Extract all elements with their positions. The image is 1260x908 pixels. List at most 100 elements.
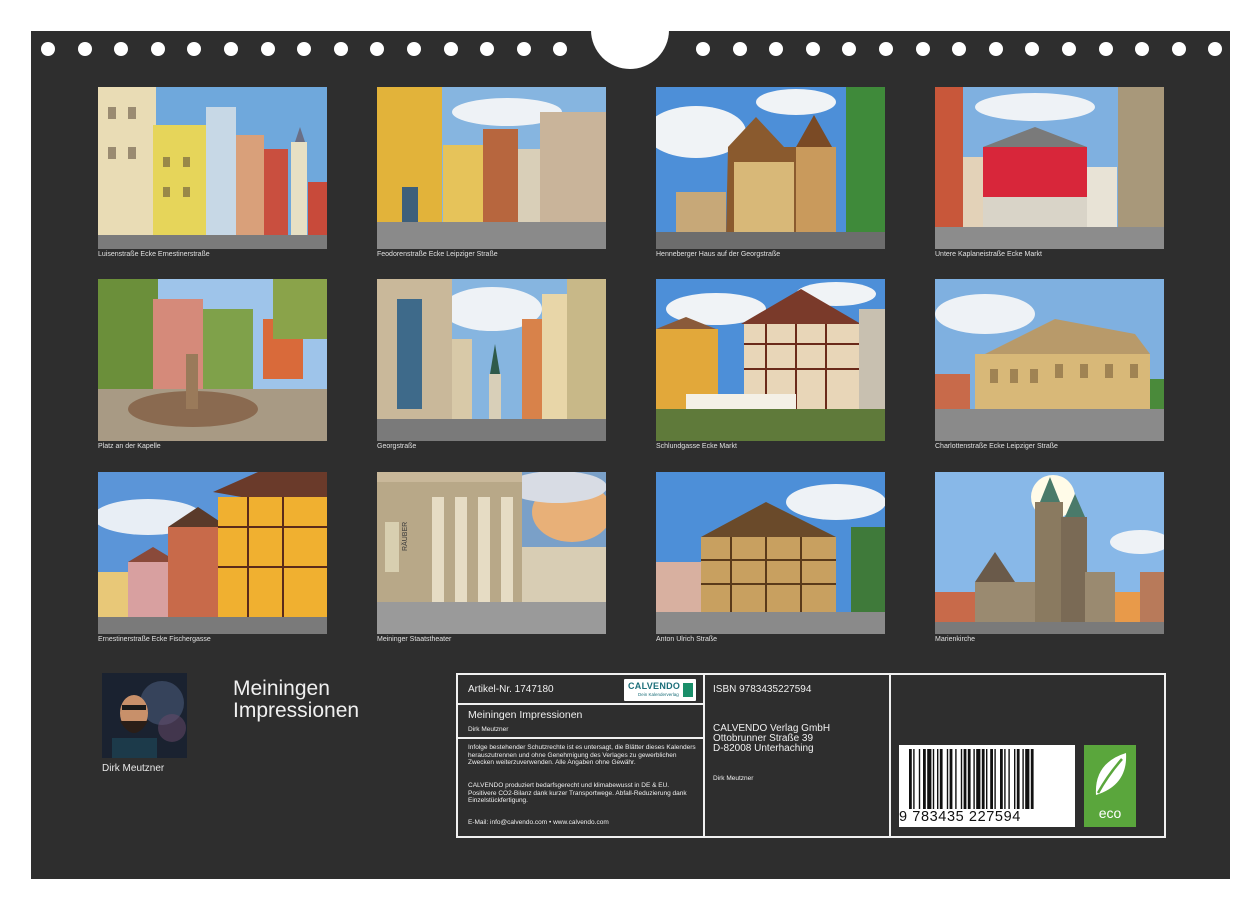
photo-thumbnail-january [98, 87, 327, 249]
binding-hole [952, 42, 967, 56]
binding-hole [1208, 42, 1223, 56]
binding-hole [988, 42, 1003, 56]
barcode-bar [981, 749, 985, 809]
binding-hole [407, 42, 421, 56]
barcode-bar [1008, 749, 1010, 809]
photo-caption: Platz an der Kapelle [98, 443, 161, 450]
publisher-city: D-82008 Unterhaching [713, 743, 814, 754]
barcode-bar [932, 749, 935, 809]
calvendo-logo: CALVENDO Dein Kalenderverlag [624, 679, 696, 701]
isbn: ISBN 9783435227594 [713, 684, 812, 695]
barcode-bar [913, 749, 915, 809]
climate-notice: CALVENDO produziert bedarfsgerecht und k… [468, 782, 687, 804]
binding-hole [297, 42, 312, 56]
barcode-bar [1016, 749, 1020, 809]
barcode-bar [949, 749, 953, 809]
article-column: Artikel-Nr. 1747180 CALVENDO Dein Kalend… [458, 675, 705, 836]
binding-hole [696, 42, 710, 56]
binding-hole [1025, 42, 1040, 56]
binding-hole [879, 42, 893, 56]
binding-hole [553, 42, 568, 56]
photo-caption: Luisenstraße Ecke Ernestinerstraße [98, 251, 210, 258]
barcode-bar [967, 749, 971, 809]
calvendo-logo-text: CALVENDO [628, 681, 681, 691]
photo-caption: Schlundgasse Ecke Markt [656, 443, 737, 450]
publisher-info-box: Artikel-Nr. 1747180 CALVENDO Dein Kalend… [456, 673, 1166, 838]
photo-thumbnail-june [377, 279, 606, 441]
photo-caption: Ernestinerstraße Ecke Fischergasse [98, 636, 211, 643]
barcode-bar [973, 749, 975, 809]
binding-hole [915, 42, 930, 56]
barcode-bar [1000, 749, 1003, 809]
binding-hole [150, 42, 165, 56]
author-name: Dirk Meutzner [102, 763, 165, 774]
binding-hole [41, 42, 55, 56]
photo-thumbnail-february [377, 87, 606, 249]
eco-label: eco [1098, 805, 1122, 821]
publisher-author: Dirk Meutzner [713, 775, 754, 782]
article-number: Artikel-Nr. 1747180 [468, 684, 554, 695]
barcode-bar [990, 749, 993, 809]
binding-hole [187, 42, 202, 56]
barcode-bar [946, 749, 949, 809]
barcode-bar [1025, 749, 1030, 809]
photo-caption: Anton Ulrich Straße [656, 636, 718, 643]
binding-hole [1062, 42, 1076, 56]
photo-caption: Charlottenstraße Ecke Leipziger Straße [935, 443, 1058, 450]
publisher-column: ISBN 9783435227594 CALVENDO Verlag GmbH … [705, 675, 891, 836]
barcode-bar [986, 749, 988, 809]
isbn-barcode: 9 783435 227594 [899, 745, 1075, 827]
binding-hole [370, 42, 385, 56]
theater-banner-text: RÄUBER [401, 522, 409, 551]
barcode-bar [1030, 749, 1034, 809]
calendar-title-line-1: Meiningen [233, 677, 330, 700]
photo-thumbnail-march [656, 87, 885, 249]
photo-thumbnail-may [98, 279, 327, 441]
photo-caption: Untere Kaplaneistraße Ecke Markt [935, 251, 1042, 258]
barcode-bar [937, 749, 939, 809]
barcode-bar [927, 749, 932, 809]
divider [458, 737, 703, 739]
binding-hole [1098, 42, 1113, 56]
binding-hole [769, 42, 784, 56]
photo-caption: Georgstraße [377, 443, 417, 450]
barcode-column: 9 783435 227594 eco [891, 675, 1164, 836]
binding-hole [516, 42, 531, 56]
barcode-bar [923, 749, 926, 809]
barcode-bar [963, 749, 967, 809]
divider [458, 703, 703, 705]
binding-hole [480, 42, 495, 56]
binding-hole [1171, 42, 1186, 56]
barcode-bar [955, 749, 957, 809]
barcode-bar [1014, 749, 1016, 809]
book-author: Dirk Meutzner [468, 726, 509, 733]
calendar-back-sheet: Luisenstraße Ecke Ernestinerstraße Feodo… [31, 19, 1230, 879]
binding-hole [732, 42, 747, 56]
binding-hole [842, 42, 857, 56]
barcode-bar [1022, 749, 1024, 809]
barcode-bar [994, 749, 996, 809]
binding-hole [77, 42, 92, 56]
photo-thumbnail-july [656, 279, 885, 441]
calvendo-mark-icon [683, 683, 693, 697]
binding-hole [224, 42, 238, 56]
photo-caption: Feodorenstraße Ecke Leipziger Straße [377, 251, 498, 258]
photo-thumbnail-november [656, 472, 885, 634]
barcode-bar [939, 749, 943, 809]
author-portrait [102, 673, 187, 758]
photo-thumbnail-september [98, 472, 327, 634]
photo-caption: Marienkirche [935, 636, 976, 643]
binding-hole [805, 42, 820, 56]
barcode-bar [918, 749, 921, 809]
calvendo-logo-tagline: Dein Kalenderverlag [638, 692, 679, 697]
photo-caption: Henneberger Haus auf der Georgstraße [656, 251, 781, 258]
photo-thumbnail-december [935, 472, 1164, 634]
binding-hole [260, 42, 275, 56]
legal-notice: Infolge bestehender Schutzrechte ist es … [468, 744, 696, 766]
barcode-bar [960, 749, 963, 809]
barcode-bar [976, 749, 981, 809]
photo-thumbnail-april [935, 87, 1164, 249]
photo-thumbnail-october: RÄUBER [377, 472, 606, 634]
contact-line: E-Mail: info@calvendo.com • www.calvendo… [468, 819, 609, 826]
calendar-title: Meiningen Impressionen [233, 678, 433, 722]
